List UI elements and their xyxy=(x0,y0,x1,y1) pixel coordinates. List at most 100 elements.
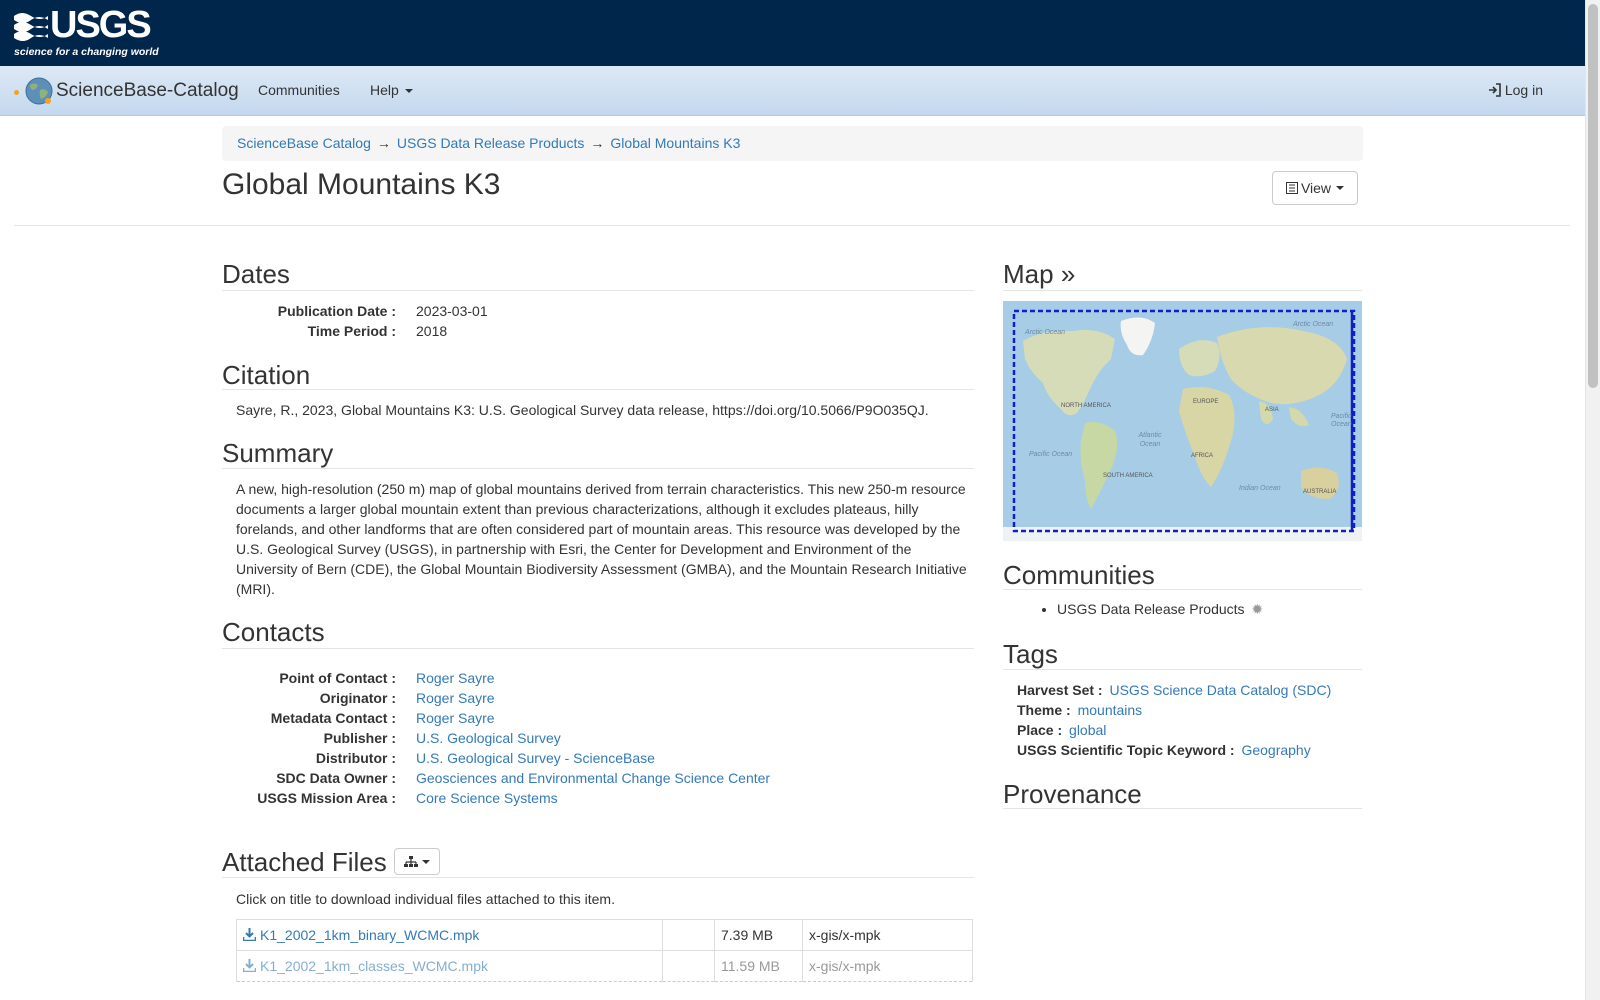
file-size-cell: 11.59 MB xyxy=(714,950,803,982)
download-icon[interactable] xyxy=(242,927,257,944)
contact-label: Point of Contact : xyxy=(279,670,396,686)
tags-list: Harvest Set : USGS Science Data Catalog … xyxy=(1017,680,1331,760)
nav-communities[interactable]: Communities xyxy=(258,82,340,98)
usgs-tagline: science for a changing world xyxy=(14,46,159,58)
contact-label: Metadata Contact : xyxy=(270,710,396,726)
provenance-divider xyxy=(1003,808,1362,809)
summary-text: A new, high-resolution (250 m) map of gl… xyxy=(236,481,967,597)
attached-files-instructions: Click on title to download individual fi… xyxy=(236,891,615,907)
map-heading[interactable]: Map » xyxy=(1003,259,1075,290)
file-row: K1_2002_1km_binary_WCMC.mpk 7.39 MB x-gi… xyxy=(236,919,973,951)
download-icon[interactable] xyxy=(242,958,257,975)
contact-label: SDC Data Owner : xyxy=(276,770,396,786)
tag-label: Harvest Set : xyxy=(1017,682,1103,698)
contact-link[interactable]: Roger Sayre xyxy=(416,668,495,688)
map-label: AFRICA xyxy=(1191,453,1214,459)
contact-link[interactable]: Core Science Systems xyxy=(416,788,558,808)
login-link[interactable]: Log in xyxy=(1488,82,1543,98)
breadcrumb-arrow-icon: → xyxy=(590,135,605,151)
breadcrumb-data-release-products[interactable]: USGS Data Release Products xyxy=(397,135,585,151)
map-heading-label: Map xyxy=(1003,259,1054,289)
map-label: Arctic Ocean xyxy=(1293,321,1334,328)
caret-down-icon xyxy=(1336,186,1345,190)
tag-row: USGS Scientific Topic Keyword : Geograph… xyxy=(1017,740,1331,760)
dates-list: Publication Date : 2023-03-01 Time Period… xyxy=(236,301,488,341)
usgs-banner: USGS science for a changing world xyxy=(0,0,1585,66)
map-label: Pacific Ocean xyxy=(1029,451,1073,458)
page-scrollbar[interactable] xyxy=(1585,0,1600,1000)
citation-text: Sayre, R., 2023, Global Mountains K3: U.… xyxy=(236,402,929,418)
cog-icon[interactable]: ✹ xyxy=(1251,601,1263,617)
contact-row: Originator : Roger Sayre xyxy=(236,688,770,708)
map-label: Pacific Ocean xyxy=(1331,413,1352,428)
map-divider xyxy=(1003,290,1362,291)
map-preview[interactable]: Arctic Ocean Arctic Ocean NORTH AMERICA … xyxy=(1003,301,1362,541)
file-size-cell: 7.39 MB xyxy=(714,919,803,951)
date-label: Time Period : xyxy=(307,323,396,339)
summary-heading: Summary xyxy=(222,438,334,468)
breadcrumb: ScienceBase Catalog → USGS Data Release Pr… xyxy=(222,126,1363,161)
tag-label: USGS Scientific Topic Keyword : xyxy=(1017,742,1235,758)
summary-divider xyxy=(222,468,974,469)
nav-help-dropdown[interactable]: Help xyxy=(370,82,413,98)
breadcrumb-current-item[interactable]: Global Mountains K3 xyxy=(610,135,740,151)
tag-link[interactable]: global xyxy=(1069,722,1106,738)
attached-files-heading: Attached Files xyxy=(222,847,387,877)
map-label: Arctic Ocean xyxy=(1025,329,1066,336)
breadcrumb-sciencebase-catalog[interactable]: ScienceBase Catalog xyxy=(237,135,371,151)
tag-link[interactable]: USGS Science Data Catalog (SDC) xyxy=(1109,682,1331,698)
tag-link[interactable]: mountains xyxy=(1078,702,1143,718)
file-blank-cell xyxy=(662,950,715,982)
contact-row: SDC Data Owner : Geosciences and Environm… xyxy=(236,768,770,788)
contact-row: Point of Contact : Roger Sayre xyxy=(236,668,770,688)
sitemap-icon xyxy=(404,855,418,867)
view-button-label: View xyxy=(1300,180,1332,196)
usgs-wave-icon xyxy=(14,13,48,41)
nav-help-label: Help xyxy=(370,82,399,98)
tag-link[interactable]: Geography xyxy=(1241,742,1310,758)
file-download-link[interactable]: K1_2002_1km_binary_WCMC.mpk xyxy=(260,927,479,943)
file-row: K1_2002_1km_classes_WCMC.mpk 11.59 MB x-… xyxy=(236,950,973,982)
communities-divider xyxy=(1003,589,1362,590)
contact-label: Originator : xyxy=(319,690,396,706)
attached-files-table: K1_2002_1km_binary_WCMC.mpk 7.39 MB x-gi… xyxy=(236,919,973,982)
tag-row: Theme : mountains xyxy=(1017,700,1331,720)
contact-link[interactable]: Geosciences and Environmental Change Sci… xyxy=(416,768,770,788)
map-label: EUROPE xyxy=(1193,399,1219,405)
scrollbar-thumb[interactable] xyxy=(1588,4,1598,388)
contact-link[interactable]: U.S. Geological Survey xyxy=(416,728,561,748)
brand-link[interactable]: ScienceBase-Catalog xyxy=(14,76,239,106)
double-chevron-right-icon: » xyxy=(1060,259,1076,289)
attached-files-divider xyxy=(222,877,974,878)
map-label: AUSTRALIA xyxy=(1303,489,1337,495)
tag-label: Theme : xyxy=(1017,702,1071,718)
contact-row: Publisher : U.S. Geological Survey xyxy=(236,728,770,748)
contact-link[interactable]: Roger Sayre xyxy=(416,708,495,728)
contacts-divider xyxy=(222,648,974,649)
contact-label: Publisher : xyxy=(323,730,396,746)
file-blank-cell xyxy=(662,919,715,951)
sign-in-icon xyxy=(1488,83,1501,97)
contact-link[interactable]: Roger Sayre xyxy=(416,688,495,708)
communities-heading: Communities xyxy=(1003,560,1155,590)
contact-row: USGS Mission Area : Core Science Systems xyxy=(236,788,770,808)
view-dropdown-button[interactable]: View xyxy=(1272,171,1358,205)
files-options-button[interactable] xyxy=(394,848,440,875)
map-label: NORTH AMERICA xyxy=(1061,403,1111,409)
file-name-cell: K1_2002_1km_classes_WCMC.mpk xyxy=(236,950,663,982)
world-map xyxy=(1003,301,1362,541)
date-row: Time Period : 2018 xyxy=(236,321,488,341)
date-label: Publication Date : xyxy=(277,303,396,319)
contact-link[interactable]: U.S. Geological Survey - ScienceBase xyxy=(416,748,655,768)
contact-label: USGS Mission Area : xyxy=(257,790,396,806)
brand-text: ScienceBase-Catalog xyxy=(56,80,239,101)
provenance-heading: Provenance xyxy=(1003,779,1142,809)
tag-row: Harvest Set : USGS Science Data Catalog … xyxy=(1017,680,1331,700)
citation-heading: Citation xyxy=(222,360,311,390)
globe-icon xyxy=(14,76,54,106)
usgs-logo[interactable]: USGS science for a changing world xyxy=(14,4,159,58)
community-name: USGS Data Release Products xyxy=(1057,601,1245,617)
file-download-link[interactable]: K1_2002_1km_classes_WCMC.mpk xyxy=(260,958,488,974)
contacts-heading: Contacts xyxy=(222,617,325,647)
tag-row: Place : global xyxy=(1017,720,1331,740)
